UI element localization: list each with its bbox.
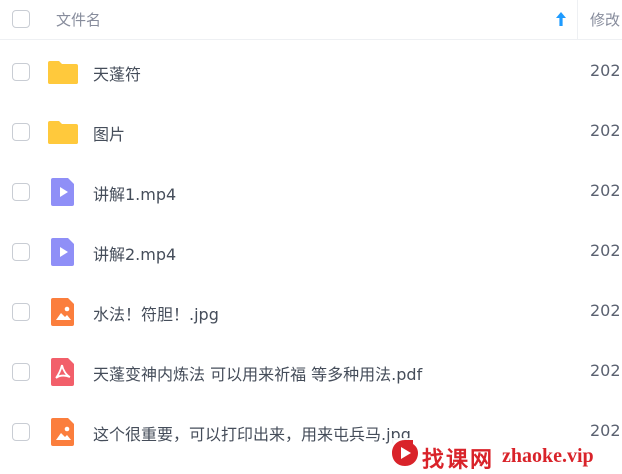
- folder-icon: [47, 116, 79, 148]
- file-row[interactable]: 水法！符胆！.jpg 202: [0, 282, 622, 342]
- row-checkbox[interactable]: [12, 183, 30, 201]
- file-name[interactable]: 这个很重要，可以打印出来，用来屯兵马.jpg: [93, 421, 411, 445]
- image-file-icon: [47, 296, 79, 328]
- file-row[interactable]: 天蓬变神内炼法 可以用来祈福 等多种用法.pdf 202: [0, 342, 622, 402]
- file-modified-date: 202: [590, 361, 621, 380]
- file-modified-date: 202: [590, 301, 621, 320]
- watermark: 找课网 zhaoke.vip: [390, 438, 620, 473]
- video-file-icon: [47, 236, 79, 268]
- file-row[interactable]: 讲解2.mp4 202: [0, 222, 622, 282]
- file-name[interactable]: 水法！符胆！.jpg: [93, 301, 219, 325]
- row-checkbox[interactable]: [12, 363, 30, 381]
- row-checkbox[interactable]: [12, 423, 30, 441]
- file-list-header: 文件名 修改: [0, 0, 622, 40]
- file-modified-date: 202: [590, 181, 621, 200]
- file-row[interactable]: 天蓬符 202: [0, 42, 622, 102]
- file-row[interactable]: 讲解1.mp4 202: [0, 162, 622, 222]
- row-checkbox[interactable]: [12, 243, 30, 261]
- file-row[interactable]: 图片 202: [0, 102, 622, 162]
- column-separator[interactable]: [577, 0, 578, 40]
- select-all-checkbox[interactable]: [12, 10, 30, 28]
- play-logo-icon: [392, 440, 418, 466]
- video-file-icon: [47, 176, 79, 208]
- file-name[interactable]: 图片: [93, 121, 125, 145]
- row-checkbox[interactable]: [12, 303, 30, 321]
- file-name[interactable]: 天蓬符: [93, 61, 141, 85]
- file-modified-date: 202: [590, 121, 621, 140]
- row-checkbox[interactable]: [12, 63, 30, 81]
- folder-icon: [47, 56, 79, 88]
- watermark-en-text: zhaoke.vip: [502, 445, 594, 467]
- file-modified-date: 202: [590, 61, 621, 80]
- file-modified-date: 202: [590, 241, 621, 260]
- sort-ascending-icon[interactable]: [554, 11, 568, 27]
- image-file-icon: [47, 416, 79, 448]
- file-name[interactable]: 天蓬变神内炼法 可以用来祈福 等多种用法.pdf: [93, 361, 422, 385]
- file-name[interactable]: 讲解2.mp4: [93, 241, 176, 265]
- row-checkbox[interactable]: [12, 123, 30, 141]
- pdf-file-icon: [47, 356, 79, 388]
- file-name[interactable]: 讲解1.mp4: [93, 181, 176, 205]
- watermark-cn-text: 找课网: [422, 447, 495, 473]
- column-header-modified[interactable]: 修改: [590, 9, 620, 30]
- column-header-filename[interactable]: 文件名: [56, 9, 101, 30]
